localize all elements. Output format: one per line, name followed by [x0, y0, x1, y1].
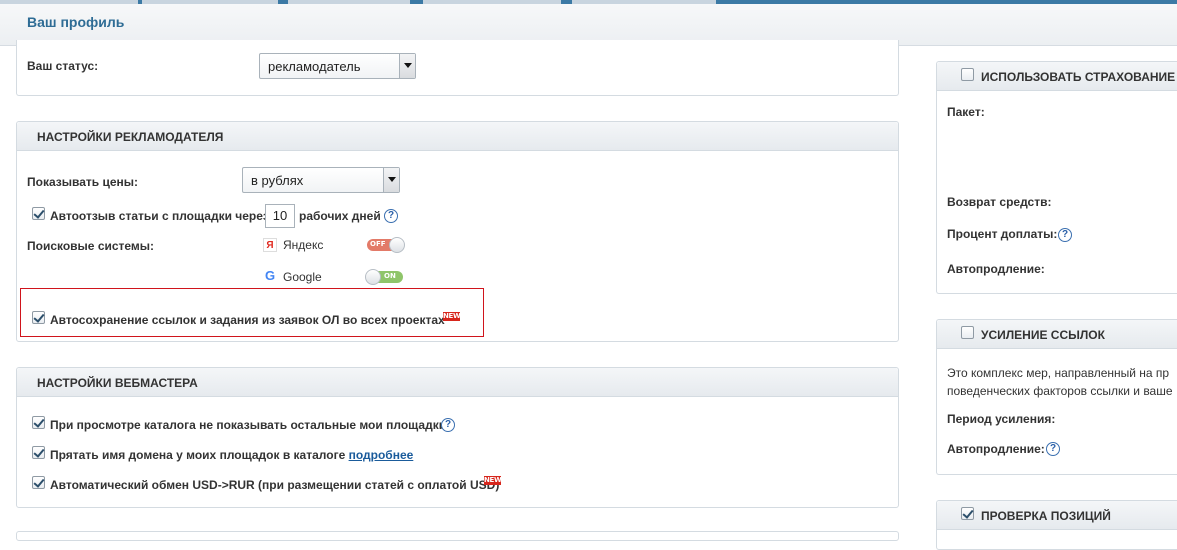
position-check-checkbox[interactable] — [961, 507, 974, 520]
surcharge-label: Процент доплаты: — [947, 227, 1058, 241]
prices-select[interactable]: в рублях — [242, 167, 400, 193]
position-check-panel: ПРОВЕРКА ПОЗИЦИЙ — [936, 500, 1177, 550]
toggle-knob — [389, 237, 405, 253]
hide-domain-checkbox[interactable] — [32, 446, 45, 459]
autoreview-checkbox[interactable] — [32, 207, 45, 220]
new-badge: NEW — [484, 476, 502, 485]
google-icon: G — [264, 268, 276, 283]
insurance-autorenew-label: Автопродление: — [947, 262, 1045, 276]
link-boost-panel: УСИЛЕНИЕ ССЫЛОК Это комплекс мер, направ… — [936, 319, 1177, 475]
google-label: Google — [283, 270, 322, 284]
link-boost-header: УСИЛЕНИЕ ССЫЛОК — [937, 320, 1177, 349]
insurance-checkbox[interactable] — [961, 68, 974, 81]
insurance-title: ИСПОЛЬЗОВАТЬ СТРАХОВАНИЕ СТ — [981, 70, 1177, 84]
autoreview-label: Автоотзыв статьи с площадки через — [50, 209, 269, 223]
yandex-toggle-text: OFF — [370, 240, 386, 248]
status-label: Ваш статус: — [27, 59, 99, 73]
details-link[interactable]: подробнее — [349, 448, 414, 462]
advertiser-settings-header: НАСТРОЙКИ РЕКЛАМОДАТЕЛЯ — [17, 122, 898, 151]
package-label: Пакет: — [947, 105, 985, 119]
position-check-title: ПРОВЕРКА ПОЗИЦИЙ — [981, 509, 1111, 523]
link-boost-desc-line2: поведенческих факторов ссылки и ваше — [947, 384, 1173, 398]
hide-domain-text: Прятать имя домена у моих площадок в кат… — [50, 448, 346, 462]
advertiser-settings-title: НАСТРОЙКИ РЕКЛАМОДАТЕЛЯ — [37, 130, 224, 144]
link-boost-checkbox[interactable] — [961, 326, 974, 339]
insurance-panel: ИСПОЛЬЗОВАТЬ СТРАХОВАНИЕ СТ Пакет: Возвр… — [936, 61, 1177, 294]
boost-autorenew-label: Автопродление: — [947, 442, 1045, 456]
yandex-label: Яндекс — [283, 238, 324, 252]
autoreview-suffix: рабочих дней — [299, 209, 381, 223]
prices-label: Показывать цены: — [27, 175, 139, 189]
status-select-value: рекламодатель — [268, 59, 361, 74]
google-toggle-text: ON — [384, 272, 396, 280]
toggle-knob — [365, 269, 381, 285]
usd-exchange-label: Автоматический обмен USD->RUR (при разме… — [50, 478, 500, 492]
hide-domain-label: Прятать имя домена у моих площадок в кат… — [50, 448, 413, 462]
page-title: Ваш профиль — [27, 14, 125, 30]
usd-exchange-checkbox[interactable] — [32, 476, 45, 489]
yandex-toggle[interactable]: OFF — [367, 237, 405, 253]
help-icon[interactable]: ? — [1046, 442, 1060, 456]
new-badge: NEW — [443, 312, 461, 321]
yandex-icon: Я — [263, 238, 277, 252]
webmaster-settings-title: НАСТРОЙКИ ВЕБМАСТЕРА — [37, 376, 198, 390]
insurance-header: ИСПОЛЬЗОВАТЬ СТРАХОВАНИЕ СТ — [937, 62, 1177, 91]
next-panel — [16, 531, 899, 541]
refund-label: Возврат средств: — [947, 195, 1052, 209]
position-check-header: ПРОВЕРКА ПОЗИЦИЙ — [937, 501, 1177, 530]
autoreview-days-input[interactable]: 10 — [265, 204, 295, 228]
link-boost-title: УСИЛЕНИЕ ССЫЛОК — [981, 328, 1105, 342]
status-select[interactable]: рекламодатель — [259, 53, 416, 79]
status-panel: Ваш статус: рекламодатель — [16, 40, 899, 96]
boost-period-label: Период усиления: — [947, 412, 1056, 426]
help-icon[interactable]: ? — [1058, 228, 1072, 242]
help-icon[interactable]: ? — [384, 209, 398, 223]
search-engines-label: Поисковые системы: — [27, 239, 155, 253]
autosave-checkbox[interactable] — [32, 311, 45, 324]
hide-own-sites-label: При просмотре каталога не показывать ост… — [50, 418, 447, 432]
hide-own-sites-checkbox[interactable] — [32, 416, 45, 429]
chevron-down-icon — [399, 54, 415, 78]
autosave-label: Автосохранение ссылок и задания из заяво… — [50, 313, 445, 327]
webmaster-settings-panel: НАСТРОЙКИ ВЕБМАСТЕРА При просмотре катал… — [16, 367, 899, 508]
help-icon[interactable]: ? — [441, 418, 455, 432]
chevron-down-icon — [383, 168, 399, 192]
link-boost-desc-line1: Это комплекс мер, направленный на пр — [947, 366, 1170, 380]
google-toggle[interactable]: ON — [365, 269, 403, 285]
prices-select-value: в рублях — [251, 173, 304, 188]
webmaster-settings-header: НАСТРОЙКИ ВЕБМАСТЕРА — [17, 368, 898, 397]
advertiser-settings-panel: НАСТРОЙКИ РЕКЛАМОДАТЕЛЯ Показывать цены:… — [16, 121, 899, 342]
